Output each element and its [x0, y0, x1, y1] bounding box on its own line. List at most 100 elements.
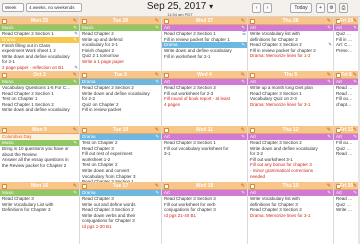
assignment-line[interactable]: Fill in review packet — [80, 107, 161, 113]
day-cell[interactable]: Fri 6 ✎ Art ✎ Read Cha Read Cha Fill out w chap… — [334, 71, 360, 126]
assignment-text: Finish filling out in Class — [2, 42, 51, 48]
day-label: Thu 12 — [282, 127, 299, 133]
assignment-line[interactable]: 4 pages — [162, 102, 247, 108]
edit-day-icon[interactable]: ✎ — [155, 182, 159, 190]
note-icon[interactable]: ✎ — [74, 65, 78, 71]
day-header[interactable]: Mon 25 ✎ — [0, 17, 79, 25]
day-cell[interactable]: Fri 20 ✎ Art ✎ Read Cha Quiz on 3 Write 1 pa — [334, 182, 360, 244]
subject-tag-label: Art — [164, 134, 170, 139]
day-label: Wed 4 — [197, 72, 212, 78]
day-header[interactable]: Tue 17 ✎ — [80, 182, 161, 190]
edit-day-icon[interactable]: ✎ — [353, 17, 357, 25]
day-header[interactable]: Fri 20 ✎ — [334, 182, 359, 190]
day-header[interactable]: Thu 12 ✎ — [248, 126, 333, 134]
day-header[interactable]: Tue 3 ✎ — [80, 71, 161, 79]
assignment-line[interactable]: Write down and define vocabulary — [0, 107, 79, 113]
day-cell[interactable]: Tue 10 ✎ Drama ✎ Test on Chapter 2 Read Chapt… — [80, 126, 162, 182]
assignment-line[interactable]: chapter 2 — [334, 102, 359, 108]
edit-day-icon[interactable]: ✎ — [73, 126, 77, 134]
assignment-line[interactable]: Drama: Memorize lines for 1-2 — [248, 53, 333, 59]
assignment-text: Write out and define words — [82, 201, 136, 207]
assignment-line[interactable]: Fill in worksheet for 2-1 — [162, 54, 247, 60]
print-icon[interactable]: ⎙ — [339, 3, 348, 13]
today-button[interactable]: Today — [290, 3, 312, 13]
edit-day-icon[interactable]: ✎ — [241, 17, 245, 25]
assignment-text: Read Chapter 2 Section 1 — [2, 31, 54, 36]
assignment-line[interactable]: 3-1 — [162, 151, 247, 157]
day-cell[interactable]: Thu 5 ✎ Art ✎ Write up a month long Diet pla… — [248, 71, 334, 126]
edit-day-icon[interactable]: ✎ — [241, 126, 245, 134]
day-header[interactable]: Wed 18 ✎ — [162, 182, 247, 190]
assignment-line[interactable]: Present B — [334, 48, 359, 54]
assignment-line[interactable]: Drama: Memorize lines for 3-1 — [248, 213, 333, 219]
edit-day-icon[interactable]: ✎ — [327, 71, 331, 79]
assignment-line[interactable]: Write 1 pa — [334, 207, 359, 213]
day-header[interactable]: Thu 28 ✎ — [248, 17, 333, 25]
edit-day-icon[interactable]: ✎ — [353, 71, 357, 79]
assignment-line[interactable]: needed — [248, 174, 333, 180]
day-cell[interactable]: Tue 3 ✎ Drama ✎ Read Chapter 2 Section 2 Writ… — [80, 71, 162, 126]
assignment-line[interactable]: rd pgs 1-20 B1 — [80, 224, 161, 230]
edit-day-icon[interactable]: ✎ — [73, 71, 77, 79]
week-row: Oct 2 ✎ Music ✎ Vocabulary Questions 1-6 For… — [0, 71, 360, 126]
assignment-text: the Review packet for Chapter 2 — [2, 162, 67, 168]
add-icon[interactable]: + — [316, 3, 325, 13]
day-cell[interactable]: Tue 17 ✎ Drama ✎ Read Chapter 3 Write out and… — [80, 182, 162, 244]
edit-day-icon[interactable]: ✎ — [73, 182, 77, 190]
day-header[interactable]: Wed 27 ✎ — [162, 17, 247, 25]
day-cell[interactable]: Tue 26 ✎ Music ✎ Read Chapter 2 Write up and … — [80, 17, 162, 71]
day-cell[interactable]: Thu 28 ✎ Art ✎ Write Vocabulary list with def… — [248, 17, 334, 71]
assignment-line[interactable]: the Review packet for Chapter 2 — [0, 163, 79, 169]
day-cell[interactable]: Wed 11 ✎ Art ✎ Read Chapter 3 Section 1 Fill … — [162, 126, 248, 182]
day-header[interactable]: Mon 9 ✎ — [0, 126, 79, 134]
day-cell[interactable]: Oct 2 ✎ Music ✎ Vocabulary Questions 1-6 For… — [0, 71, 80, 126]
assignment-line[interactable]: rd pgs 21-40 B1 — [162, 213, 247, 219]
day-header[interactable]: Fri 13 ✎ — [334, 126, 359, 134]
assignment-line[interactable]: 2 page paper - reflection on B1 ✎ — [0, 65, 79, 71]
day-cell[interactable]: Fri 29 ✎ Art ✎ Quiz on Ch Fill in rev Art: Cha… — [334, 17, 360, 71]
assignment-text: Quiz on th — [336, 145, 357, 151]
edit-day-icon[interactable]: ✎ — [327, 17, 331, 25]
prev-week-button[interactable]: ‹ — [252, 3, 261, 13]
day-cell[interactable]: Mon 16 ✎ Music ✎ Read Chapter 3 Write Vocabul… — [0, 182, 80, 244]
day-cell[interactable]: Wed 4 ✎ Art ✎ Read Chapter 2 Section 3 Fill o… — [162, 71, 248, 126]
day-header[interactable]: Tue 26 ✎ — [80, 17, 161, 25]
day-header[interactable]: Wed 4 ✎ — [162, 71, 247, 79]
day-header[interactable]: Thu 19 ✎ — [248, 182, 333, 190]
day-header[interactable]: Oct 2 ✎ — [0, 71, 79, 79]
settings-icon[interactable]: ⚙ — [327, 3, 336, 13]
day-header[interactable]: Fri 6 ✎ — [334, 71, 359, 79]
day-header[interactable]: Thu 5 ✎ — [248, 71, 333, 79]
day-cell[interactable]: Mon 9 ✎ Columbus Day Music ✎ Bring in 10 ques… — [0, 126, 80, 182]
assignment-line[interactable]: Read Cha — [334, 151, 359, 157]
day-header[interactable]: Tue 10 ✎ — [80, 126, 161, 134]
assignment-line[interactable]: Drama: Memorize lines for 3-1 — [248, 102, 333, 108]
edit-day-icon[interactable]: ✎ — [327, 182, 331, 190]
edit-day-icon[interactable]: ✎ — [327, 126, 331, 134]
day-cell[interactable]: Thu 19 ✎ Art ✎ Write Vocabulary list with def… — [248, 182, 334, 244]
edit-day-icon[interactable]: ✎ — [155, 71, 159, 79]
assignment-line[interactable]: Write a 1 page paper — [80, 59, 161, 65]
edit-day-icon[interactable]: ✎ — [353, 182, 357, 190]
edit-day-icon[interactable]: ✎ — [241, 182, 245, 190]
edit-day-icon[interactable]: ✎ — [353, 126, 357, 134]
edit-day-icon[interactable]: ✎ — [155, 17, 159, 25]
assignment-line[interactable]: Definitions for Chapter 3 — [0, 207, 79, 213]
assignment-text: Vocabulary Quiz on 2-3 — [250, 96, 297, 102]
day-cell[interactable]: Thu 12 ✎ Art ✎ Read Chapter 3 Section 2 Write… — [248, 126, 334, 182]
assignment-text: 4 pages — [164, 101, 181, 107]
day-cell[interactable]: Mon 25 ✎ Music ✎ Read Chapter 2 Section 1 ✎ Dr… — [0, 17, 80, 71]
edit-day-icon[interactable]: ✎ — [241, 71, 245, 79]
edit-day-icon[interactable]: ✎ — [155, 126, 159, 134]
day-cell[interactable]: Wed 27 ✎ Art ✎ Read Chapter 2 Section 1 ☰ Fill… — [162, 17, 248, 71]
next-week-button[interactable]: › — [263, 3, 272, 13]
edit-day-icon[interactable]: ✎ — [73, 17, 77, 25]
day-header[interactable]: Mon 16 ✎ — [0, 182, 79, 190]
assignment-text: Read Chapter 3 Section 1 — [164, 140, 216, 145]
assignment-text: Read Chapter 3 — [82, 196, 114, 201]
day-cell[interactable]: Fri 13 ✎ Art ✎ Fill out w Quiz on th Read Cha — [334, 126, 360, 182]
day-cell[interactable]: Wed 18 ✎ Art ✎ Read Chapter 3 Section 3 Fill … — [162, 182, 248, 244]
assignment-text: definitions for Chapter 2 — [250, 36, 298, 42]
day-header[interactable]: Wed 11 ✎ — [162, 126, 247, 134]
day-header[interactable]: Fri 29 ✎ — [334, 17, 359, 25]
